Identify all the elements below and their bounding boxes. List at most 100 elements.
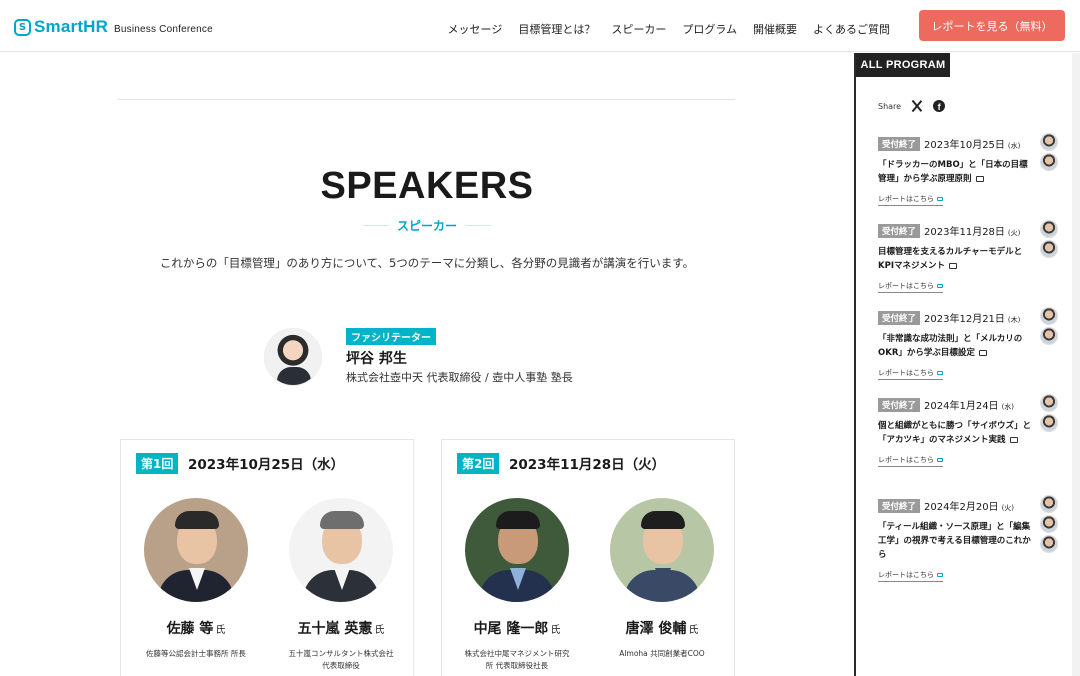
avatar	[1040, 535, 1058, 553]
speaker-profile: 五十嵐 英憲氏 五十嵐コンサルタント株式会社 代表取締役	[271, 498, 411, 672]
session-date: 2023年11月28日（火）	[509, 457, 666, 473]
session-card: 第1回 2023年10月25日（水） 佐藤 等氏 佐藤等公認会計士事務所 所長 …	[120, 439, 414, 676]
avatar	[1040, 307, 1058, 325]
subtitle-rule-left	[362, 225, 389, 226]
facilitator-avatar	[264, 328, 322, 386]
program-item: 受付終了 2023年12月21日 (木) 「非常識な成功法則」と「メルカリのOKR」…	[878, 307, 1062, 380]
section-lead: これからの「目標管理」のあり方について、5つのテーマに分類し、各分野の見識者が講…	[159, 256, 695, 270]
report-link-label: レポートはこちら	[878, 282, 934, 290]
program-speaker-avatars	[1040, 133, 1062, 173]
program-date: 2023年10月25日 (水)	[924, 136, 1020, 151]
program-title: 「ティール組織・ソース原理」と「編集工学」の視界で考える目標管理のこれから	[878, 520, 1036, 562]
speaker-name-wrap: 佐藤 等氏	[126, 618, 266, 638]
speakers-section: SPEAKERS スピーカー これからの「目標管理」のあり方について、5つのテー…	[0, 53, 854, 676]
round-badge: 第1回	[136, 453, 179, 474]
nav-item-faq[interactable]: よくあるご質問	[813, 21, 890, 37]
program-title: 個と組織がともに勝つ「サイボウズ」と「アカツキ」のマネジメント実践	[878, 419, 1036, 447]
video-icon	[975, 175, 984, 182]
external-link-icon	[937, 284, 943, 288]
report-link-label: レポートはこちら	[878, 369, 934, 377]
speaker-name: 五十嵐 英憲	[297, 621, 373, 637]
video-icon	[948, 262, 957, 269]
logo-text: SmartHR	[34, 17, 109, 36]
speaker-profile: 佐藤 等氏 佐藤等公認会計士事務所 所長	[126, 498, 266, 660]
x-share-icon[interactable]	[911, 100, 923, 112]
report-link[interactable]: レポートはこちら	[878, 570, 943, 582]
program-date-text: 2024年1月24日	[924, 401, 999, 412]
program-status-badge: 受付終了	[878, 498, 921, 513]
facilitator-role: 株式会社壺中天 代表取締役 / 壺中人事塾 塾長	[346, 371, 573, 384]
section-subtitle-wrap: スピーカー	[357, 217, 497, 234]
program-weekday: (水)	[1007, 142, 1021, 150]
report-link[interactable]: レポートはこちら	[878, 194, 943, 206]
all-program-tab[interactable]: ALL PROGRAM	[856, 53, 950, 77]
program-item: 受付終了 2023年10月25日 (水) 「ドラッカーのMBO」と「日本の目標管理」…	[878, 133, 1062, 206]
section-title: SPEAKERS	[320, 165, 534, 207]
avatar	[1040, 133, 1058, 151]
avatar	[1040, 240, 1058, 258]
report-link-label: レポートはこちら	[878, 195, 934, 203]
conference-label: Business Conference	[114, 24, 213, 35]
avatar	[1040, 495, 1058, 513]
smarthr-logo[interactable]: S SmartHR	[14, 17, 108, 37]
speaker-photo	[289, 498, 393, 602]
program-title-text: 「非常識な成功法則」と「メルカリのOKR」から学ぶ目標設定	[878, 334, 1023, 358]
program-date: 2023年11月28日 (火)	[924, 223, 1020, 238]
program-status-badge: 受付終了	[878, 397, 921, 412]
program-title-text: 個と組織がともに勝つ「サイボウズ」と「アカツキ」のマネジメント実践	[878, 421, 1032, 445]
speaker-organization: 佐藤等公認会計士事務所 所長	[146, 649, 246, 658]
session-date: 2023年10月25日（水）	[188, 457, 345, 473]
facebook-share-icon[interactable]: f	[933, 100, 946, 112]
speaker-photo	[610, 498, 714, 602]
program-title: 「ドラッカーのMBO」と「日本の目標管理」から学ぶ原理原則	[878, 158, 1036, 186]
site-header: S SmartHR Business Conference メッセージ 目標管理…	[0, 0, 1080, 52]
program-weekday: (火)	[1007, 229, 1021, 237]
speaker-honorific: 氏	[688, 625, 699, 636]
report-link[interactable]: レポートはこちら	[878, 281, 943, 293]
program-status-badge: 受付終了	[878, 223, 921, 238]
avatar	[1040, 414, 1058, 432]
avatar	[1040, 515, 1058, 533]
speaker-photo	[144, 498, 248, 602]
facilitator-badge: ファシリテーター	[346, 328, 436, 345]
program-date-text: 2024年2月20日	[924, 502, 999, 513]
avatar	[1040, 220, 1058, 238]
facilitator-profile: ファシリテーター 坪谷 邦生 株式会社壺中天 代表取締役 / 壺中人事塾 塾長	[264, 328, 624, 390]
section-subtitle: スピーカー	[396, 219, 457, 233]
program-item: 受付終了 2024年1月24日 (水) 個と組織がともに勝つ「サイボウズ」と「アカツ…	[878, 394, 1062, 467]
program-date: 2024年1月24日 (水)	[924, 397, 1014, 412]
report-link[interactable]: レポートはこちら	[878, 455, 943, 467]
program-date: 2024年2月20日 (火)	[924, 498, 1014, 513]
program-weekday: (水)	[1001, 403, 1015, 411]
program-date-text: 2023年11月28日	[924, 227, 1005, 238]
program-speaker-avatars	[1040, 394, 1062, 434]
program-weekday: (火)	[1001, 504, 1015, 512]
avatar	[1040, 394, 1058, 412]
nav-item-program[interactable]: プログラム	[682, 21, 737, 37]
program-title: 目標管理を支えるカルチャーモデルとKPIマネジメント	[878, 245, 1036, 273]
program-sidebar: ALL PROGRAM Share f 受付終了 2023年10月25日 (水) 「…	[854, 53, 1080, 676]
report-link[interactable]: レポートはこちら	[878, 368, 943, 380]
speaker-honorific: 氏	[374, 625, 385, 636]
speaker-organization: 五十嵐コンサルタント株式会社 代表取締役	[288, 649, 394, 670]
report-link-label: レポートはこちら	[878, 456, 934, 464]
external-link-icon	[937, 197, 943, 201]
program-weekday: (木)	[1007, 316, 1021, 324]
speaker-name: 唐澤 俊輔	[625, 621, 687, 637]
view-report-button[interactable]: レポートを見る（無料）	[919, 10, 1065, 41]
external-link-icon	[937, 371, 943, 375]
avatar	[1040, 327, 1058, 345]
nav-item-speakers[interactable]: スピーカー	[611, 21, 666, 37]
program-date-text: 2023年12月21日	[924, 314, 1005, 325]
program-item: 受付終了 2023年11月28日 (火) 目標管理を支えるカルチャーモデルとKPIマ…	[878, 220, 1062, 293]
program-item: 受付終了 2024年2月20日 (火) 「ティール組織・ソース原理」と「編集工学」の…	[878, 495, 1062, 582]
program-title-text: 「ドラッカーのMBO」と「日本の目標管理」から学ぶ原理原則	[878, 160, 1028, 184]
program-date: 2023年12月21日 (木)	[924, 310, 1020, 325]
speaker-name: 中尾 隆一郎	[473, 621, 549, 637]
nav-item-about[interactable]: 目標管理とは？	[518, 21, 595, 37]
nav-item-message[interactable]: メッセージ	[448, 21, 503, 37]
section-divider	[118, 99, 735, 100]
speaker-name: 佐藤 等	[166, 621, 214, 637]
nav-item-overview[interactable]: 開催概要	[753, 21, 797, 37]
sidebar-scrollbar[interactable]	[1072, 53, 1080, 676]
